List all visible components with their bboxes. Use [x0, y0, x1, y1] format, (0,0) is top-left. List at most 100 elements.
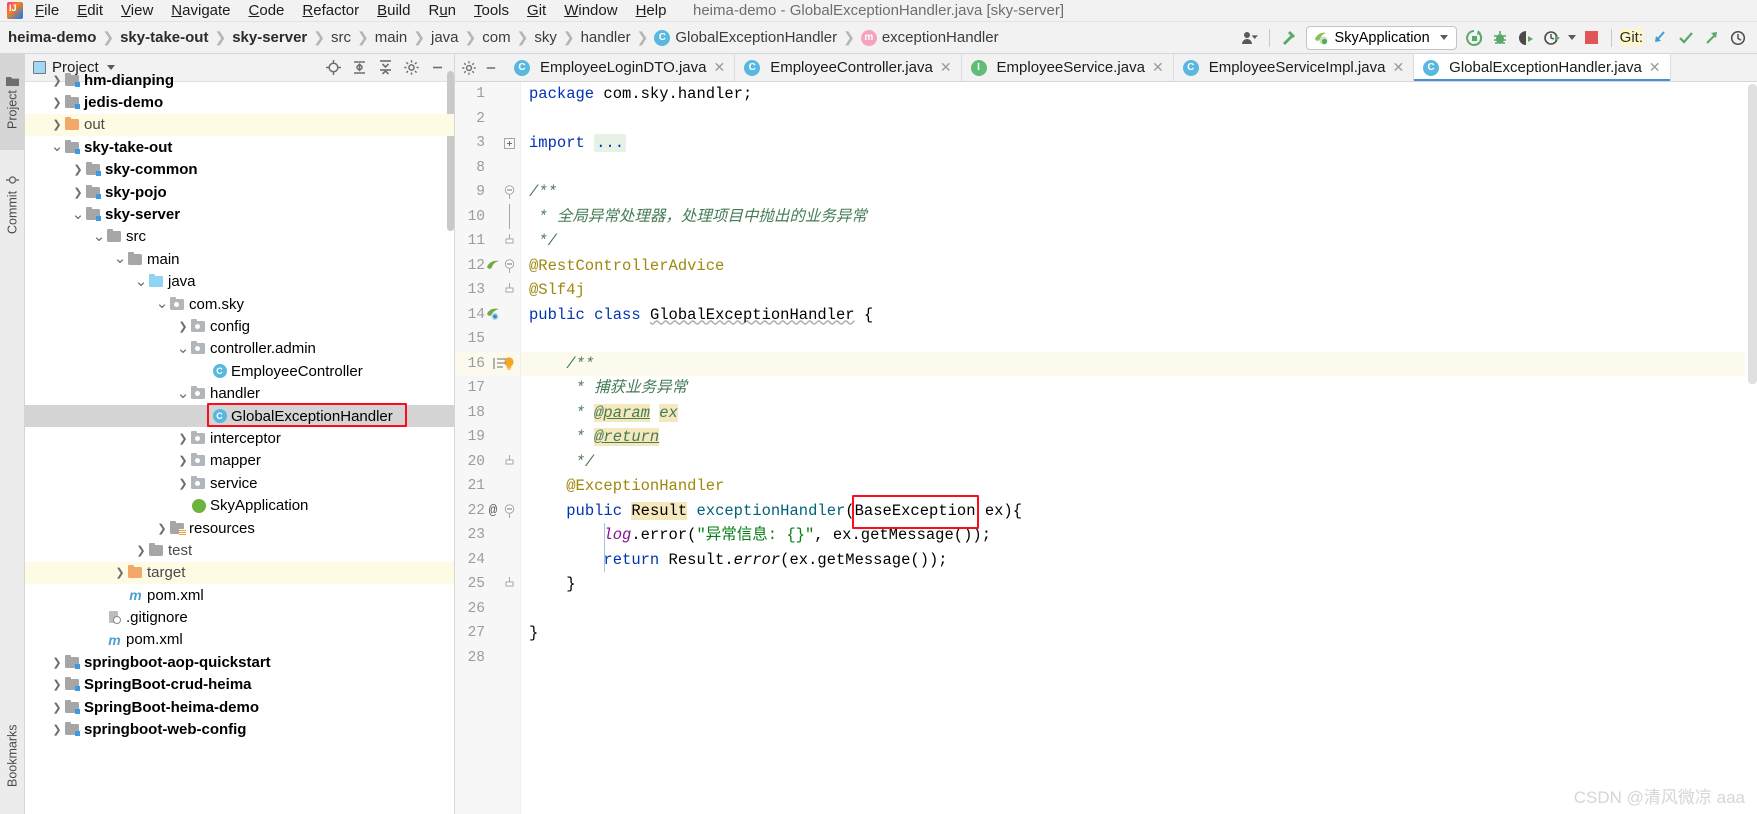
profiler-icon[interactable]: [1539, 25, 1565, 51]
breadcrumb-item-6[interactable]: com: [482, 29, 510, 46]
tree-item-test[interactable]: ❯ test: [25, 539, 454, 561]
menu-window[interactable]: Window: [555, 0, 626, 22]
menu-run[interactable]: Run: [419, 0, 465, 22]
menu-edit[interactable]: Edit: [68, 0, 112, 22]
tree-item--gitignore[interactable]: .gitignore: [25, 606, 454, 628]
code-text[interactable]: package com.sky.handler; import ... /** …: [521, 82, 1745, 814]
close-icon[interactable]: ✕: [713, 59, 725, 76]
editor-tab-employeeserviceimpl-java[interactable]: C EmployeeServiceImpl.java ✕: [1173, 54, 1415, 81]
fold-collapse-icon[interactable]: [501, 259, 517, 273]
fold-region-line[interactable]: [501, 204, 517, 230]
tree-item-sky-pojo[interactable]: ❯ sky-pojo: [25, 181, 454, 203]
tree-item-com-sky[interactable]: ⌄ com.sky: [25, 293, 454, 315]
tree-item-employeecontroller[interactable]: C EmployeeController: [25, 360, 454, 382]
code-line[interactable]: import ...: [521, 131, 1745, 156]
code-line[interactable]: * 全局异常处理器，处理项目中抛出的业务异常: [521, 205, 1745, 230]
breadcrumb-item-0[interactable]: heima-demo: [8, 29, 96, 46]
code-line[interactable]: * @return: [521, 425, 1745, 450]
close-icon[interactable]: ✕: [1392, 59, 1404, 76]
tree-item-src[interactable]: ⌄ src: [25, 226, 454, 248]
tree-item-sky-take-out[interactable]: ⌄ sky-take-out: [25, 136, 454, 158]
code-line[interactable]: /**: [521, 180, 1745, 205]
code-line[interactable]: }: [521, 572, 1745, 597]
tree-item-config[interactable]: ❯ config: [25, 315, 454, 337]
code-line[interactable]: @Slf4j: [521, 278, 1745, 303]
editor-scrollbar-thumb[interactable]: [1748, 84, 1757, 384]
tree-item-java[interactable]: ⌄ java: [25, 271, 454, 293]
tree-item-jedis-demo[interactable]: ❯ jedis-demo: [25, 91, 454, 113]
sidebar-item-project[interactable]: Project: [0, 54, 25, 150]
code-line[interactable]: [521, 327, 1745, 352]
tree-item-springboot-web-config[interactable]: ❯ springboot-web-config: [25, 718, 454, 740]
menu-help[interactable]: Help: [627, 0, 676, 22]
chevron-right-icon[interactable]: ❯: [50, 74, 64, 87]
fold-collapse-icon[interactable]: [501, 504, 517, 518]
chevron-down-icon[interactable]: ⌄: [134, 274, 148, 289]
code-line[interactable]: */: [521, 450, 1745, 475]
code-line[interactable]: * @param ex: [521, 401, 1745, 426]
run-with-coverage-icon[interactable]: [1513, 25, 1539, 51]
breadcrumb-item-3[interactable]: src: [331, 29, 351, 46]
build-hammer-icon[interactable]: [1276, 25, 1302, 51]
code-line[interactable]: public class GlobalExceptionHandler {: [521, 303, 1745, 328]
tree-item-mapper[interactable]: ❯ mapper: [25, 450, 454, 472]
editor-tab-globalexceptionhandler-java[interactable]: C GlobalExceptionHandler.java ✕: [1414, 54, 1671, 81]
tree-item-main[interactable]: ⌄ main: [25, 248, 454, 270]
breadcrumb-item-4[interactable]: main: [375, 29, 408, 46]
tree-item-hm-dianping[interactable]: ❯ hm-dianping: [25, 69, 454, 91]
chevron-down-icon[interactable]: ⌄: [71, 207, 85, 222]
menu-refactor[interactable]: Refactor: [293, 0, 368, 22]
code-line[interactable]: [521, 156, 1745, 181]
menu-git[interactable]: Git: [518, 0, 555, 22]
project-tree[interactable]: ❯ hm-dianping ❯ jedis-demo ❯ out ⌄ sky-take-out…: [25, 69, 454, 814]
editor-tab-employeelogindto-java[interactable]: C EmployeeLoginDTO.java ✕: [505, 54, 736, 81]
menu-build[interactable]: Build: [368, 0, 419, 22]
tree-item-sky-server[interactable]: ⌄ sky-server: [25, 203, 454, 225]
profiler-dropdown-icon[interactable]: [1565, 25, 1579, 51]
hide-panel-icon[interactable]: [481, 58, 501, 78]
run-icon[interactable]: [1461, 25, 1487, 51]
breadcrumb-item-10[interactable]: m exceptionHandler: [860, 29, 999, 46]
breadcrumb-item-2[interactable]: sky-server: [232, 29, 307, 46]
chevron-right-icon[interactable]: ❯: [176, 477, 190, 490]
chevron-down-icon[interactable]: ⌄: [155, 296, 169, 311]
tree-item-springboot-heima-demo[interactable]: ❯ SpringBoot-heima-demo: [25, 696, 454, 718]
code-line[interactable]: @ExceptionHandler: [521, 474, 1745, 499]
sidebar-item-bookmarks[interactable]: Bookmarks: [0, 702, 25, 810]
code-editor[interactable]: 1 2 3 8 9 10 11 12 13 14 15 16 17 18 19 20 21 22 @23 24 25 26…: [455, 82, 1757, 814]
chevron-down-icon[interactable]: ⌄: [176, 341, 190, 356]
chevron-down-icon[interactable]: [1439, 35, 1448, 40]
tree-item-interceptor[interactable]: ❯ interceptor: [25, 427, 454, 449]
tree-item-springboot-aop-quickstart[interactable]: ❯ springboot-aop-quickstart: [25, 651, 454, 673]
code-line[interactable]: log.error("异常信息: {}", ex.getMessage());: [521, 523, 1745, 548]
chevron-right-icon[interactable]: ❯: [50, 118, 64, 131]
chevron-down-icon[interactable]: ⌄: [92, 229, 106, 244]
code-line[interactable]: return Result.error(ex.getMessage());: [521, 548, 1745, 573]
editor-tab-employeeservice-java[interactable]: I EmployeeService.java ✕: [961, 54, 1174, 81]
breadcrumb-item-7[interactable]: sky: [534, 29, 557, 46]
tree-item-out[interactable]: ❯ out: [25, 113, 454, 137]
menu-tools[interactable]: Tools: [465, 0, 518, 22]
menu-view[interactable]: View: [112, 0, 162, 22]
breadcrumb-item-9[interactable]: C GlobalExceptionHandler: [654, 29, 837, 46]
chevron-right-icon[interactable]: ❯: [50, 723, 64, 736]
tree-item-springboot-crud-heima[interactable]: ❯ SpringBoot-crud-heima: [25, 674, 454, 696]
breadcrumb-item-5[interactable]: java: [431, 29, 459, 46]
git-history-icon[interactable]: [1725, 25, 1751, 51]
code-line[interactable]: }: [521, 621, 1745, 646]
tree-item-sky-common[interactable]: ❯ sky-common: [25, 159, 454, 181]
git-update-project-icon[interactable]: [1647, 25, 1673, 51]
chevron-right-icon[interactable]: ❯: [113, 566, 127, 579]
code-line[interactable]: */: [521, 229, 1745, 254]
run-configuration-selector[interactable]: SkyApplication: [1305, 25, 1457, 50]
tree-item-skyapplication[interactable]: SkyApplication: [25, 494, 454, 516]
tree-item-pom-xml[interactable]: m pom.xml: [25, 584, 454, 606]
fold-end-icon[interactable]: [501, 454, 517, 469]
fold-end-icon[interactable]: [501, 577, 517, 591]
code-line[interactable]: [521, 597, 1745, 622]
tree-item-pom-xml[interactable]: m pom.xml: [25, 629, 454, 651]
breadcrumb-item-8[interactable]: handler: [581, 29, 631, 46]
fold-end-icon[interactable]: [501, 283, 517, 297]
code-line[interactable]: public Result exceptionHandler(BaseExcep…: [521, 499, 1745, 524]
code-line[interactable]: [521, 646, 1745, 671]
